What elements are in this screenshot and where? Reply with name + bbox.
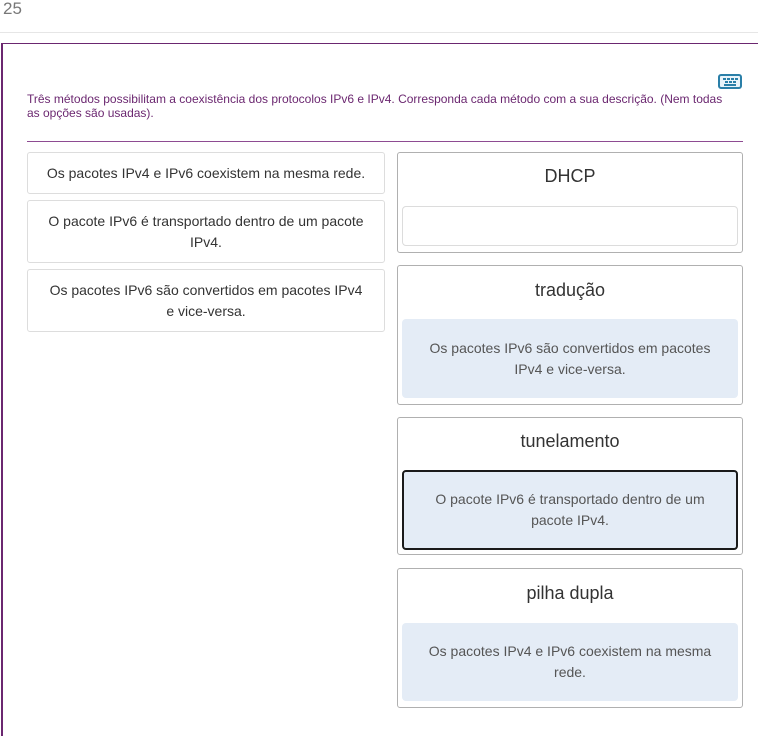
target-title: DHCP [544,166,596,186]
question-instruction: Três métodos possibilitam a coexistência… [27,92,723,120]
instruction-divider [27,141,743,142]
header-divider [0,32,758,33]
target-title: tunelamento [520,431,620,451]
drop-zone-tunelamento[interactable]: O pacote IPv6 é transportado dentro de u… [402,470,738,550]
drop-zone-dhcp[interactable] [402,206,738,246]
drop-zone-pilha-dupla[interactable]: Os pacotes IPv4 e IPv6 coexistem na mesm… [402,623,738,701]
drag-option-label: Os pacotes IPv6 são convertidos em pacot… [49,281,363,319]
target-dhcp: DHCP [397,152,743,253]
target-traducao: tradução Os pacotes IPv6 são convertidos… [397,265,743,405]
drop-zone-answer: O pacote IPv6 é transportado dentro de u… [435,491,705,528]
drop-zone-traducao[interactable]: Os pacotes IPv6 são convertidos em pacot… [402,319,738,398]
keyboard-icon[interactable] [718,74,742,89]
target-pilha-dupla: pilha dupla Os pacotes IPv4 e IPv6 coexi… [397,568,743,708]
target-title: tradução [534,280,606,300]
drag-option-tunneling[interactable]: O pacote IPv6 é transportado dentro de u… [27,200,385,263]
drop-zone-answer: Os pacotes IPv6 são convertidos em pacot… [429,339,711,377]
drag-option-translation[interactable]: Os pacotes IPv6 são convertidos em pacot… [27,269,385,332]
drag-option-label: Os pacotes IPv4 e IPv6 coexistem na mesm… [46,164,366,181]
target-title: pilha dupla [526,583,614,603]
target-tunelamento: tunelamento O pacote IPv6 é transportado… [397,417,743,555]
question-number: 25 [3,0,22,18]
drag-option-dual-stack[interactable]: Os pacotes IPv4 e IPv6 coexistem na mesm… [27,152,385,194]
drop-zone-answer: Os pacotes IPv4 e IPv6 coexistem na mesm… [428,643,712,680]
drag-option-label: O pacote IPv6 é transportado dentro de u… [48,212,364,250]
